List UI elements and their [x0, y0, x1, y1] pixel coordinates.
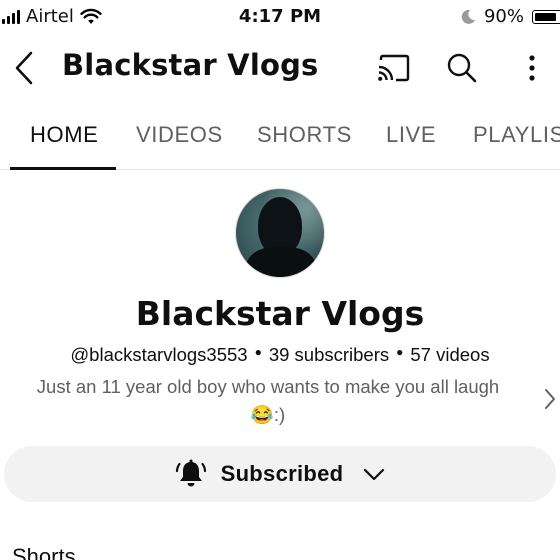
channel-header: Blackstar Vlogs	[0, 36, 560, 100]
shorts-section-title: Shorts	[12, 544, 76, 560]
avatar[interactable]	[235, 188, 325, 278]
tab-playlists[interactable]: PLAYLIS	[473, 122, 560, 148]
description-line-2: 😂:)	[250, 404, 286, 425]
moon-icon	[460, 9, 476, 25]
battery-percent: 90%	[483, 6, 524, 27]
channel-handle: @blackstarvlogs3553	[70, 344, 248, 365]
status-bar-right: 90%	[460, 6, 560, 27]
channel-meta: @blackstarvlogs3553 ● 39 subscribers ● 57 vi…	[70, 344, 490, 365]
back-arrow-icon[interactable]	[6, 46, 42, 90]
subscriber-count: 39 subscribers	[268, 344, 390, 365]
active-tab-indicator	[10, 167, 116, 170]
cast-icon[interactable]	[373, 48, 413, 88]
chevron-down-icon	[363, 467, 385, 481]
page-title: Blackstar Vlogs	[62, 48, 319, 82]
subscribed-button[interactable]: Subscribed	[4, 446, 556, 502]
tab-shorts[interactable]: SHORTS	[257, 122, 352, 148]
tab-live[interactable]: LIVE	[386, 122, 436, 148]
channel-tabs: HOME VIDEOS SHORTS LIVE PLAYLIS	[0, 104, 560, 170]
bell-icon	[175, 458, 207, 490]
video-count: 57 videos	[410, 344, 490, 365]
channel-name: Blackstar Vlogs	[135, 294, 425, 333]
chevron-right-icon[interactable]	[538, 384, 560, 414]
channel-description[interactable]: Just an 11 year old boy who wants to mak…	[16, 373, 520, 429]
search-icon[interactable]	[442, 48, 482, 88]
status-bar: Airtel 4:17 PM 90%	[0, 0, 560, 36]
battery-icon	[532, 9, 560, 24]
tab-videos[interactable]: VIDEOS	[136, 122, 223, 148]
description-line-1: Just an 11 year old boy who wants to mak…	[36, 376, 500, 397]
subscribed-label: Subscribed	[220, 461, 344, 486]
more-vert-icon[interactable]	[512, 48, 552, 88]
tab-home[interactable]: HOME	[30, 122, 98, 148]
